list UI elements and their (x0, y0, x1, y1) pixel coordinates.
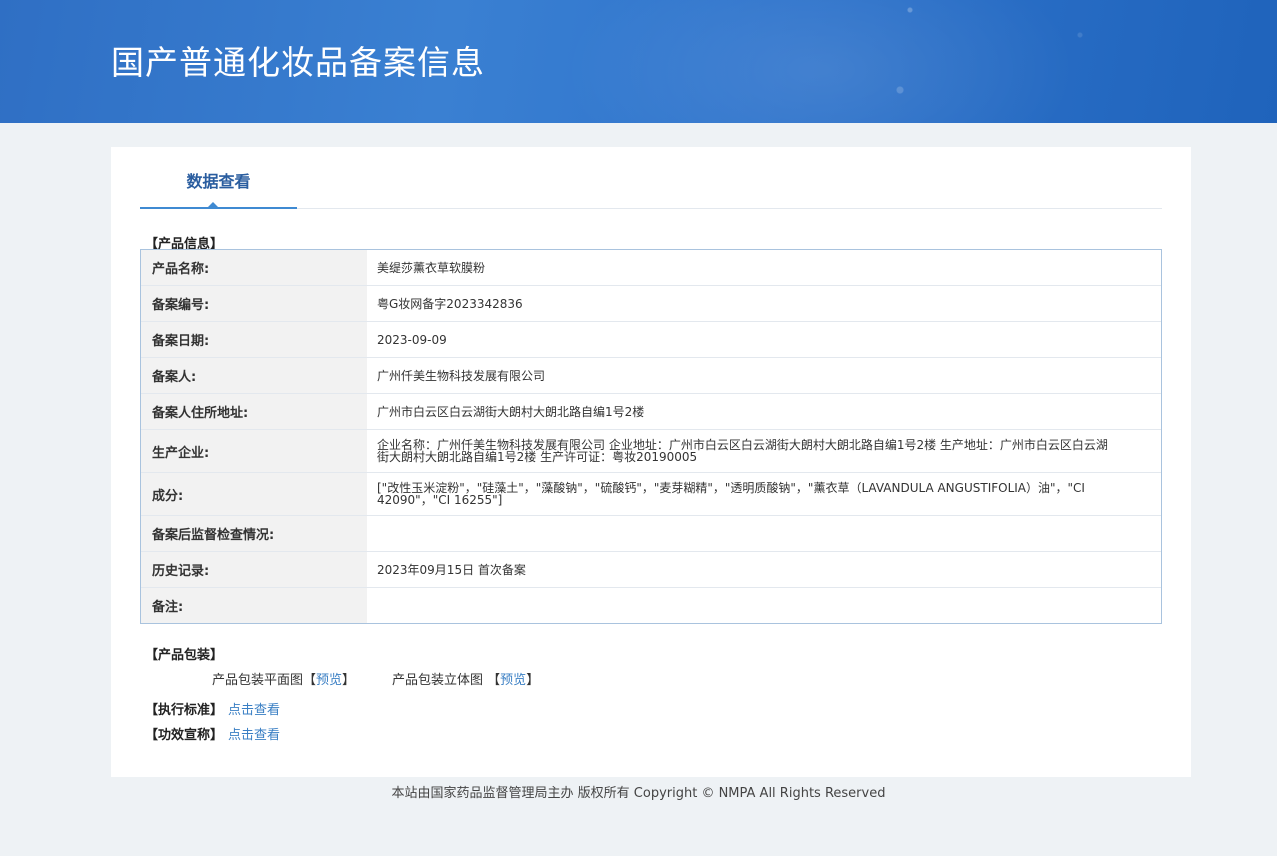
row-label: 备案后监督检查情况: (141, 516, 367, 551)
table-row: 备案人住所地址: 广州市白云区白云湖街大朗村大朗北路自编1号2楼 (141, 394, 1161, 430)
row-value (367, 516, 1161, 551)
table-row: 历史记录: 2023年09月15日 首次备案 (141, 552, 1161, 588)
efficacy-row: 【功效宣称】 点击查看 (145, 724, 280, 743)
row-value (367, 588, 1161, 623)
efficacy-label: 【功效宣称】 (145, 728, 224, 743)
footer-copyright: 本站由国家药品监督管理局主办 版权所有 Copyright © NMPA All… (391, 786, 886, 801)
header-banner: 国产普通化妆品备案信息 (0, 0, 1277, 123)
row-label: 生产企业: (141, 430, 367, 472)
row-label: 产品名称: (141, 250, 367, 285)
standard-row: 【执行标准】 点击查看 (145, 699, 280, 718)
product-info-table: 产品名称: 美缇莎薰衣草软膜粉 备案编号: 粤G妆网备字2023342836 备… (140, 249, 1162, 624)
bracket-close: 】 (342, 673, 356, 688)
table-row: 生产企业: 企业名称：广州仟美生物科技发展有限公司 企业地址：广州市白云区白云湖… (141, 430, 1161, 473)
row-label: 备注: (141, 588, 367, 623)
page-title: 国产普通化妆品备案信息 (111, 43, 485, 82)
row-value: 广州仟美生物科技发展有限公司 (377, 368, 546, 383)
package-stereo-item: 产品包装立体图 【预览】 (392, 669, 539, 688)
content-card: 数据查看 【产品信息】 产品名称: 美缇莎薰衣草软膜粉 备案编号: 粤G妆网备字… (111, 147, 1191, 777)
row-label: 备案日期: (141, 322, 367, 357)
row-value: 广州市白云区白云湖街大朗村大朗北路自编1号2楼 (377, 404, 645, 419)
row-value: 美缇莎薰衣草软膜粉 (377, 260, 486, 275)
table-row: 备案编号: 粤G妆网备字2023342836 (141, 286, 1161, 322)
row-value: 粤G妆网备字2023342836 (377, 296, 523, 311)
bracket-open: 【 (487, 673, 501, 688)
row-label: 备案人住所地址: (141, 394, 367, 429)
row-label: 成分: (141, 473, 367, 515)
efficacy-view-link[interactable]: 点击查看 (228, 728, 280, 743)
package-flat-preview-link[interactable]: 预览 (316, 673, 342, 688)
table-row: 备案后监督检查情况: (141, 516, 1161, 552)
row-label: 备案人: (141, 358, 367, 393)
row-label: 备案编号: (141, 286, 367, 321)
standard-label: 【执行标准】 (145, 703, 224, 718)
package-flat-item: 产品包装平面图【预览】 (212, 669, 355, 688)
row-value: ["改性玉米淀粉"，"硅藻土"，"藻酸钠"，"硫酸钙"，"麦芽糊精"，"透明质酸… (377, 481, 1085, 507)
table-row: 产品名称: 美缇莎薰衣草软膜粉 (141, 250, 1161, 286)
row-value: 2023-09-09 (377, 332, 447, 347)
row-value: 企业名称：广州仟美生物科技发展有限公司 企业地址：广州市白云区白云湖街大朗村大朗… (377, 438, 1108, 464)
table-row: 备案人: 广州仟美生物科技发展有限公司 (141, 358, 1161, 394)
tab-caret-icon (207, 202, 219, 208)
packaging-title: 【产品包装】 (145, 648, 224, 663)
standard-view-link[interactable]: 点击查看 (228, 703, 280, 718)
package-stereo-label: 产品包装立体图 (392, 673, 484, 688)
row-label: 历史记录: (141, 552, 367, 587)
table-row: 备案日期: 2023-09-09 (141, 322, 1161, 358)
package-stereo-preview-link[interactable]: 预览 (500, 673, 526, 688)
row-value: 2023年09月15日 首次备案 (377, 562, 526, 577)
bracket-open: 【 (303, 673, 317, 688)
tab-label: 数据查看 (186, 172, 251, 191)
table-row: 成分: ["改性玉米淀粉"，"硅藻土"，"藻酸钠"，"硫酸钙"，"麦芽糊精"，"… (141, 473, 1161, 516)
bracket-close: 】 (526, 673, 540, 688)
tab-bar: 数据查看 (140, 161, 1162, 209)
table-row: 备注: (141, 588, 1161, 623)
tab-data-view[interactable]: 数据查看 (140, 161, 297, 209)
package-flat-label: 产品包装平面图 (212, 673, 304, 688)
